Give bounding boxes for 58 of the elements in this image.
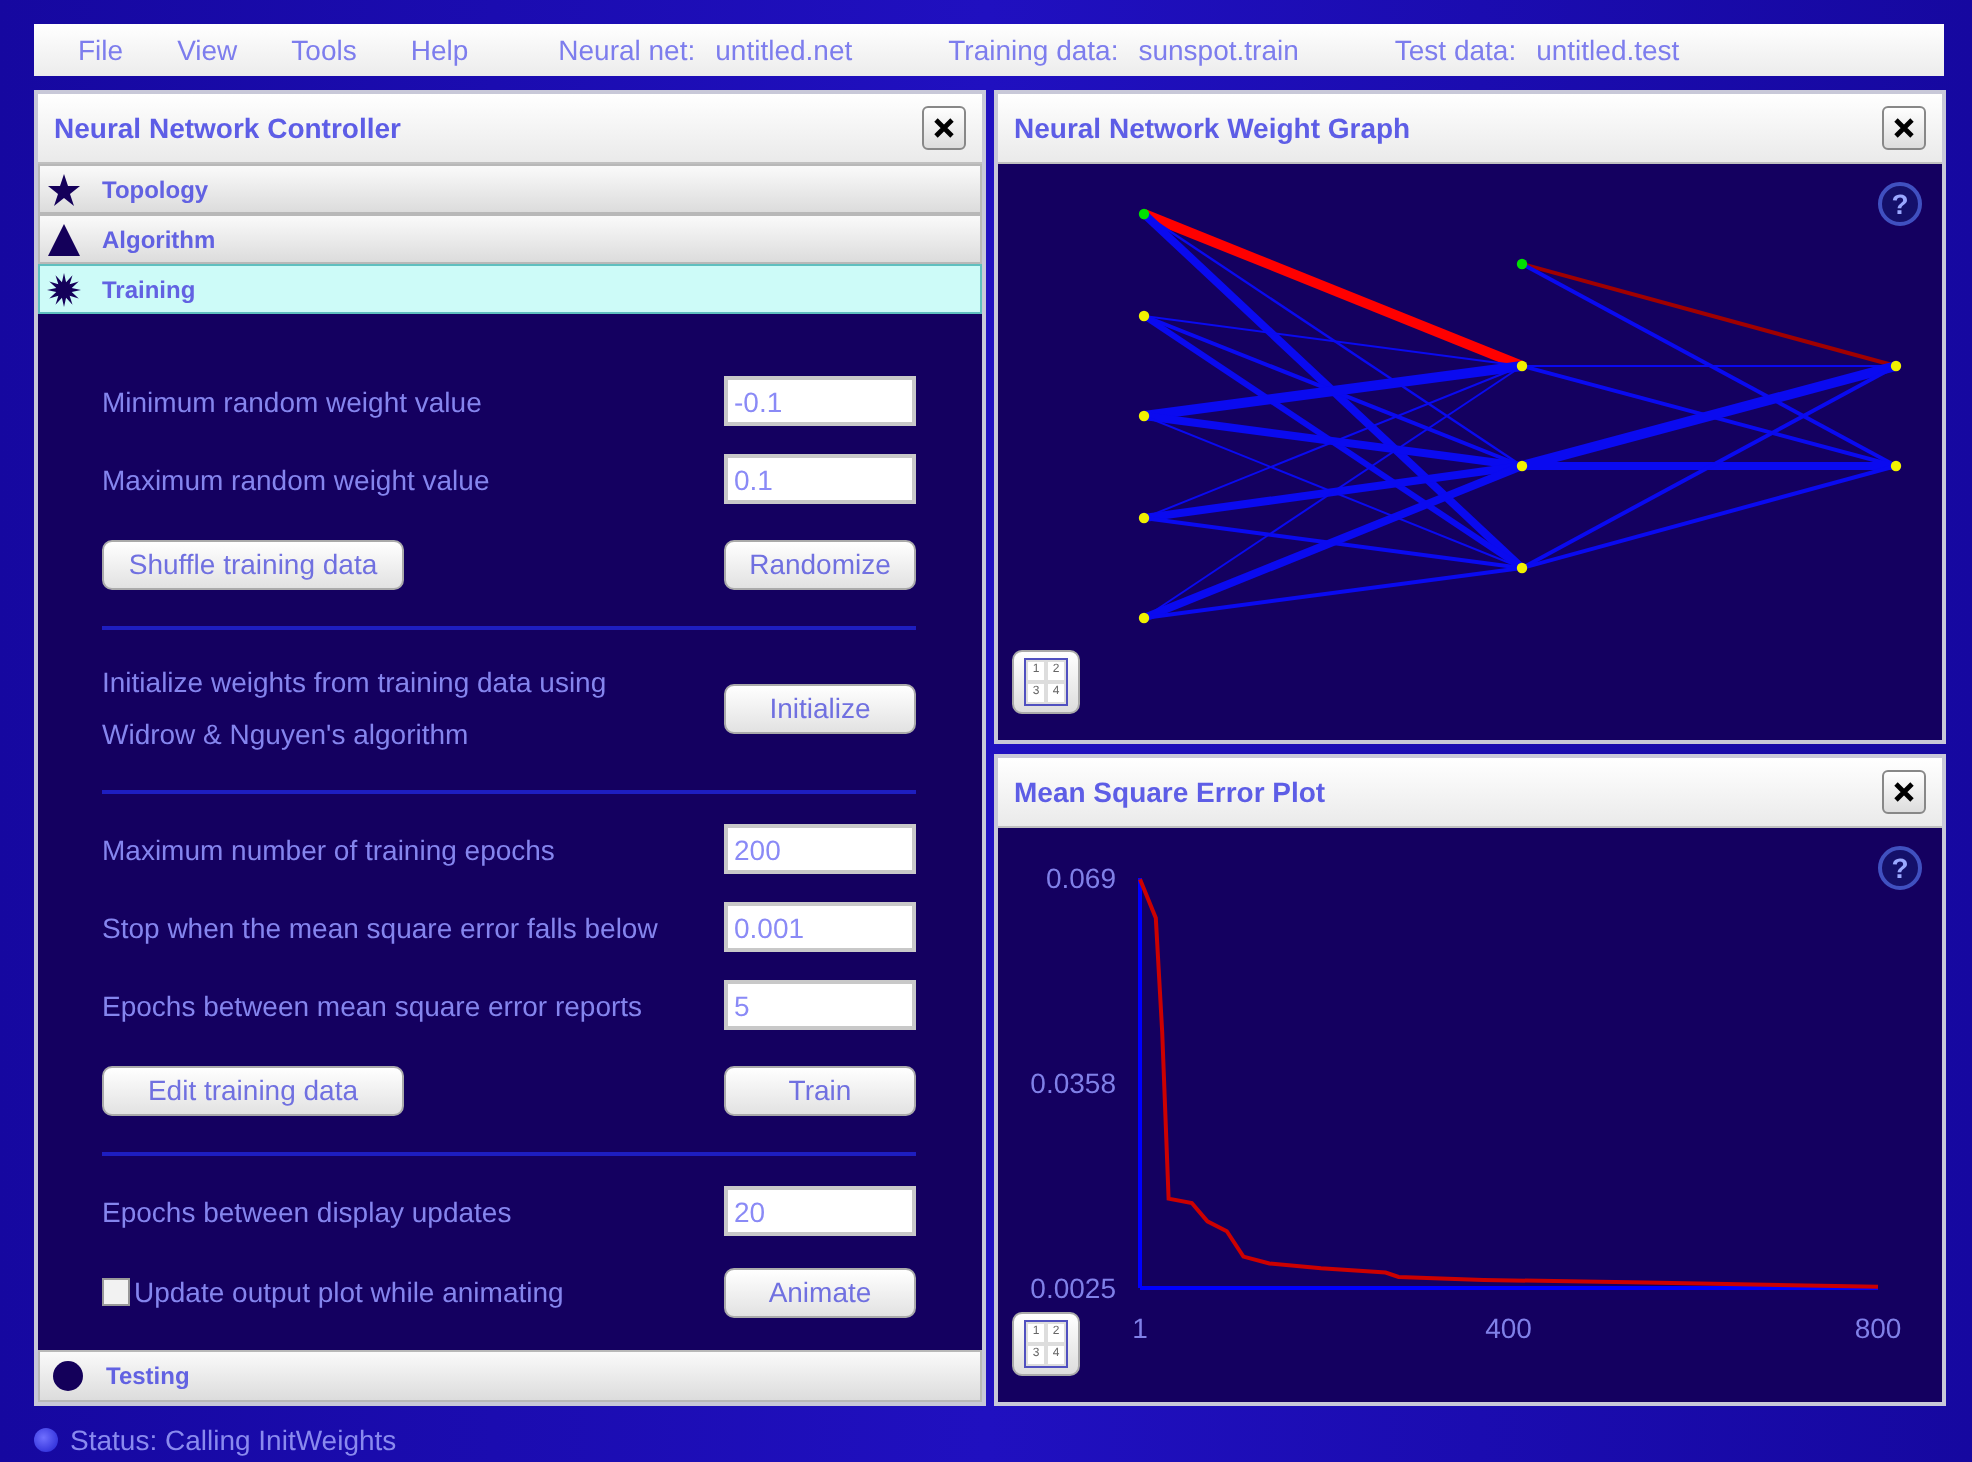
triangle-icon xyxy=(46,221,82,257)
action-button[interactable]: Shuffle training data xyxy=(102,539,404,589)
input-field[interactable]: 0.1 xyxy=(724,454,916,504)
action-button[interactable]: Initialize xyxy=(724,683,916,733)
axis-label: 800 xyxy=(1854,1312,1902,1344)
field-label: Epochs between mean square error reports xyxy=(102,989,643,1021)
input-field[interactable]: 5 xyxy=(724,980,916,1030)
menu-item[interactable]: View xyxy=(177,34,238,66)
info-label: Training data: xyxy=(948,34,1119,66)
field-label: Epochs between display updates xyxy=(102,1195,512,1227)
input-field[interactable]: -0.1 xyxy=(724,376,916,426)
close-icon xyxy=(1894,782,1914,802)
menu-item[interactable]: File xyxy=(78,34,124,66)
checkbox-label: Update output plot while animating xyxy=(134,1276,564,1308)
accordion-header[interactable]: Testing xyxy=(38,1350,982,1402)
accordion-header[interactable]: Topology xyxy=(38,164,982,214)
input-field[interactable]: 20 xyxy=(724,1186,916,1236)
status-icon xyxy=(34,1428,58,1452)
info-value: sunspot.train xyxy=(1138,34,1299,66)
accordion-header[interactable]: Training xyxy=(38,264,982,314)
panel-title: Mean Square Error Plot xyxy=(1014,776,1326,808)
axis-label: 400 xyxy=(1485,1312,1532,1344)
description-text: Initialize weights from training data using Widrow & Nguyen's algorithm xyxy=(102,664,607,754)
circle-icon xyxy=(50,1358,86,1394)
info-label: Test data: xyxy=(1394,34,1517,66)
menu-item[interactable]: Tools xyxy=(291,34,357,66)
field-label: Maximum random weight value xyxy=(102,463,490,495)
input-field[interactable]: 0.001 xyxy=(724,902,916,952)
panel-title: Neural Network Controller xyxy=(54,112,401,144)
help-button[interactable]: ? xyxy=(1878,182,1922,226)
action-button[interactable]: Animate xyxy=(724,1267,916,1317)
panel-title: Neural Network Weight Graph xyxy=(1014,112,1411,144)
axis-label: 0.0025 xyxy=(1030,1272,1116,1304)
close-button[interactable] xyxy=(1882,770,1926,814)
action-button[interactable]: Edit training data xyxy=(102,1065,404,1115)
field-label: Maximum number of training epochs xyxy=(102,833,555,865)
axis-label: 0.069 xyxy=(1045,862,1116,894)
menu-item[interactable]: Help xyxy=(410,34,469,66)
info-value: untitled.test xyxy=(1536,34,1680,66)
close-button[interactable] xyxy=(1882,106,1926,150)
close-icon xyxy=(1894,118,1914,138)
axis-label: 0.0358 xyxy=(1030,1066,1116,1099)
info-value: untitled.net xyxy=(715,34,853,66)
accordion-header[interactable]: Algorithm xyxy=(38,214,982,264)
field-label: Stop when the mean square error falls below xyxy=(102,911,658,943)
input-field[interactable]: 200 xyxy=(724,824,916,874)
checkbox[interactable] xyxy=(102,1278,130,1306)
close-button[interactable] xyxy=(922,106,966,150)
action-button[interactable]: Randomize xyxy=(724,539,916,589)
help-button[interactable]: ? xyxy=(1878,846,1922,890)
action-button[interactable]: Train xyxy=(724,1065,916,1115)
close-icon xyxy=(934,118,954,138)
field-label: Minimum random weight value xyxy=(102,385,482,417)
status-text: Status: Calling InitWeights xyxy=(70,1424,397,1456)
star-icon xyxy=(46,171,82,207)
axis-label: 1 xyxy=(1132,1312,1148,1344)
info-label: Neural net: xyxy=(558,34,696,66)
starburst-icon xyxy=(46,271,82,307)
